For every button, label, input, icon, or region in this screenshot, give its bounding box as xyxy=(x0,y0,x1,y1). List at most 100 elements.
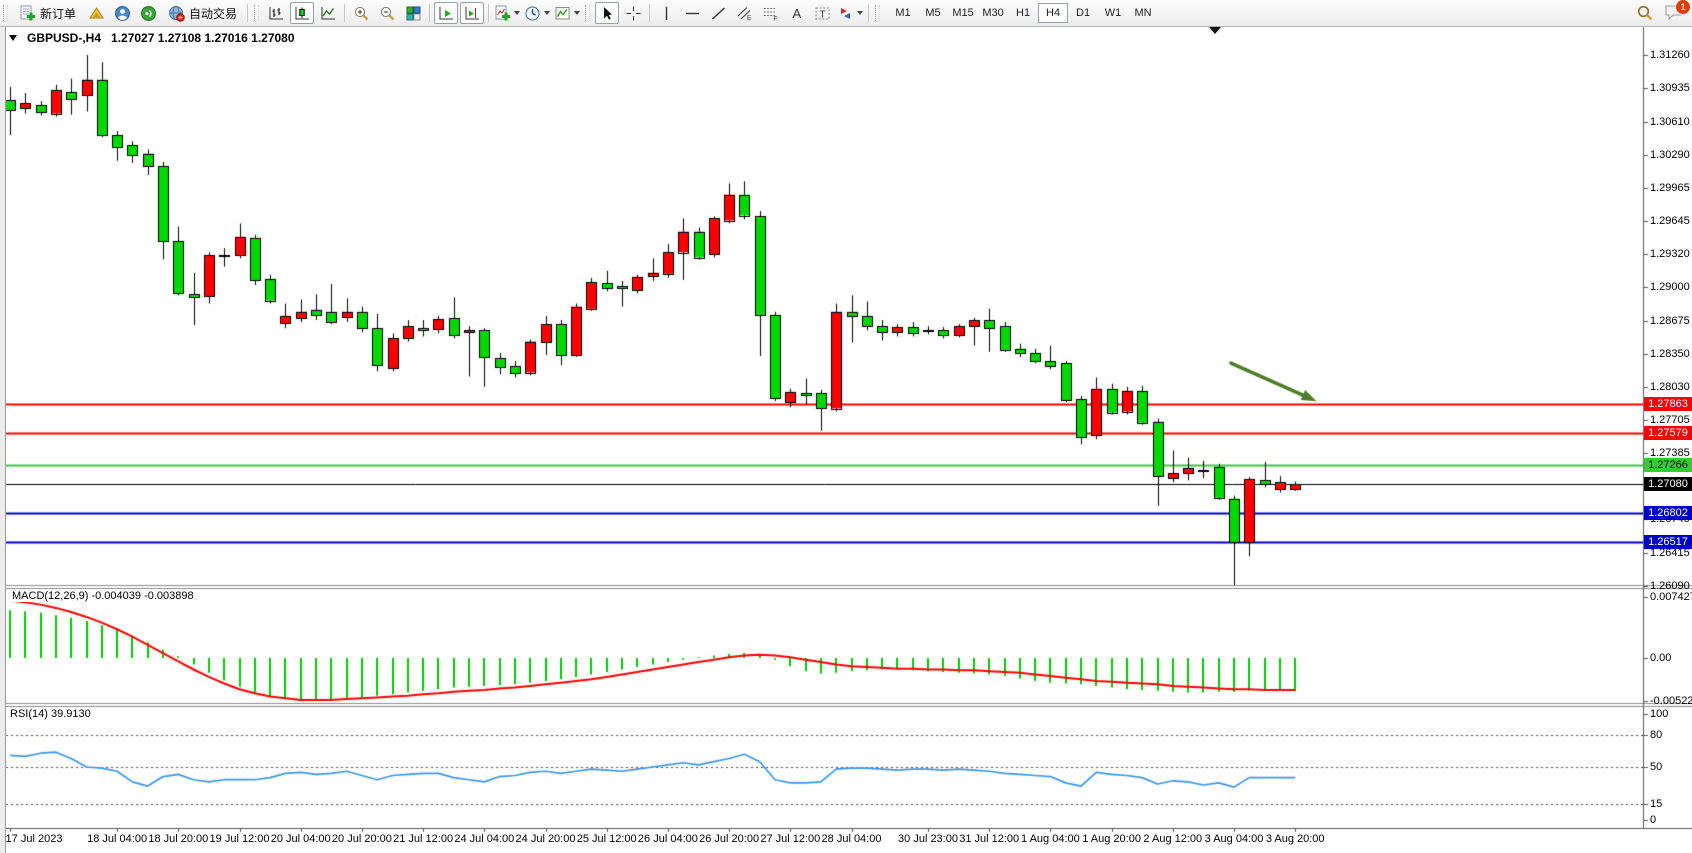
metaeditor-button[interactable] xyxy=(84,2,108,24)
level-price-badge[interactable]: 1.27080 xyxy=(1644,477,1692,491)
notifications-button[interactable]: 1 xyxy=(1664,3,1684,24)
zoom-out-icon xyxy=(379,5,396,22)
level-price-badge[interactable]: 1.26802 xyxy=(1644,506,1692,520)
new-order-icon xyxy=(19,5,36,22)
level-price-badge[interactable]: 1.26517 xyxy=(1644,535,1692,549)
tile-windows-button[interactable] xyxy=(401,2,425,24)
trendline-icon xyxy=(710,5,727,22)
indicators-button[interactable] xyxy=(493,2,521,24)
time-axis-label: 18 Jul 20:00 xyxy=(148,833,208,845)
time-axis-label: 25 Jul 12:00 xyxy=(577,833,637,845)
level-price-badge[interactable]: 1.27579 xyxy=(1644,426,1692,440)
price-tick-label: 1.30290 xyxy=(1650,149,1690,161)
signals-button[interactable] xyxy=(136,2,160,24)
cursor-button[interactable] xyxy=(595,2,619,24)
svg-text:A: A xyxy=(792,6,801,21)
toolbar-separator xyxy=(649,4,650,22)
level-price-badge[interactable]: 1.27266 xyxy=(1644,458,1692,472)
new-order-button[interactable]: 新订单 xyxy=(13,2,82,24)
arrows-button[interactable] xyxy=(836,2,864,24)
macd-scale-label: 0.007427 xyxy=(1650,591,1692,603)
svg-text:E: E xyxy=(747,15,752,22)
time-axis-label: 27 Jul 12:00 xyxy=(760,833,820,845)
price-tick-label: 1.28675 xyxy=(1650,315,1690,327)
vertical-line-button[interactable] xyxy=(654,2,678,24)
trendline-button[interactable] xyxy=(706,2,730,24)
toolbar-grip xyxy=(3,5,8,21)
timeframe-button-m15[interactable]: M15 xyxy=(948,3,978,23)
macd-scale-label: 0.00 xyxy=(1650,652,1671,664)
equidistant-channel-button[interactable]: E xyxy=(732,2,756,24)
clock-icon xyxy=(524,5,541,22)
zoom-in-button[interactable] xyxy=(349,2,373,24)
crosshair-button[interactable] xyxy=(621,2,645,24)
zoom-out-button[interactable] xyxy=(375,2,399,24)
signals-icon xyxy=(140,5,157,22)
rsi-indicator-label: RSI(14) 39.9130 xyxy=(8,708,93,720)
time-axis-label: 24 Jul 20:00 xyxy=(516,833,576,845)
price-tick-label: 1.30935 xyxy=(1650,82,1690,94)
horizontal-line-button[interactable] xyxy=(680,2,704,24)
price-tick-label: 1.29000 xyxy=(1650,281,1690,293)
auto-trading-icon xyxy=(168,5,185,22)
line-chart-button[interactable] xyxy=(316,2,340,24)
crosshair-icon xyxy=(625,5,642,22)
toolbar-separator xyxy=(488,4,489,22)
time-axis-label: 31 Jul 12:00 xyxy=(959,833,1019,845)
time-axis-label: 21 Jul 12:00 xyxy=(393,833,453,845)
periods-button[interactable] xyxy=(523,2,551,24)
arrows-icon xyxy=(837,5,854,22)
time-axis-label: 1 Aug 20:00 xyxy=(1082,833,1141,845)
toolbar-separator xyxy=(868,4,869,22)
level-price-badge[interactable]: 1.27863 xyxy=(1644,397,1692,411)
svg-text:F: F xyxy=(773,15,777,22)
price-tick-label: 1.30610 xyxy=(1650,116,1690,128)
timeframe-group: M1M5M15M30H1H4D1W1MN xyxy=(888,3,1158,23)
price-tick-label: 1.31260 xyxy=(1650,49,1690,61)
community-icon xyxy=(114,5,131,22)
toolbar-grip xyxy=(254,5,259,21)
candlestick-chart-button[interactable] xyxy=(290,2,314,24)
rsi-scale-label: 80 xyxy=(1650,729,1662,741)
time-axis-label: 17 Jul 2023 xyxy=(6,833,63,845)
toolbar-grip xyxy=(585,5,590,21)
chart-menu-icon[interactable] xyxy=(9,35,17,41)
chart-shift-icon xyxy=(464,5,481,22)
equidistant-channel-icon: E xyxy=(736,5,753,22)
chart-canvas[interactable] xyxy=(0,0,1692,853)
fibonacci-icon: F xyxy=(762,5,779,22)
chart-shift-marker-icon[interactable] xyxy=(1209,27,1221,34)
fibonacci-button[interactable]: F xyxy=(758,2,782,24)
templates-button[interactable] xyxy=(553,2,581,24)
new-order-label: 新订单 xyxy=(40,5,76,22)
timeframe-button-h4[interactable]: H4 xyxy=(1038,3,1068,23)
price-tick-label: 1.27385 xyxy=(1650,447,1690,459)
auto-trading-button[interactable]: 自动交易 xyxy=(162,2,243,24)
toolbar-right-tools: 1 xyxy=(1632,2,1684,24)
timeframe-button-d1[interactable]: D1 xyxy=(1068,3,1098,23)
community-button[interactable] xyxy=(110,2,134,24)
timeframe-button-mn[interactable]: MN xyxy=(1128,3,1158,23)
price-tick-label: 1.28030 xyxy=(1650,381,1690,393)
window-left-border xyxy=(0,26,6,853)
candlestick-chart-icon xyxy=(294,5,311,22)
timeframe-button-m30[interactable]: M30 xyxy=(978,3,1008,23)
timeframe-button-m1[interactable]: M1 xyxy=(888,3,918,23)
svg-text:T: T xyxy=(819,9,825,20)
auto-scroll-button[interactable] xyxy=(434,2,458,24)
notification-badge: 1 xyxy=(1675,0,1691,15)
text-label-button[interactable]: T xyxy=(810,2,834,24)
chart-shift-button[interactable] xyxy=(460,2,484,24)
macd-indicator-label: MACD(12,26,9) -0.004039 -0.003898 xyxy=(10,590,196,602)
search-button[interactable] xyxy=(1633,2,1657,24)
text-button[interactable]: A xyxy=(784,2,808,24)
periods-dropdown-icon xyxy=(544,11,550,15)
timeframe-button-h1[interactable]: H1 xyxy=(1008,3,1038,23)
templates-icon xyxy=(554,5,571,22)
time-axis-label: 26 Jul 04:00 xyxy=(638,833,698,845)
timeframe-button-w1[interactable]: W1 xyxy=(1098,3,1128,23)
timeframe-button-m5[interactable]: M5 xyxy=(918,3,948,23)
rsi-scale-label: 0 xyxy=(1650,814,1656,826)
bar-chart-button[interactable] xyxy=(264,2,288,24)
tile-windows-icon xyxy=(405,5,422,22)
